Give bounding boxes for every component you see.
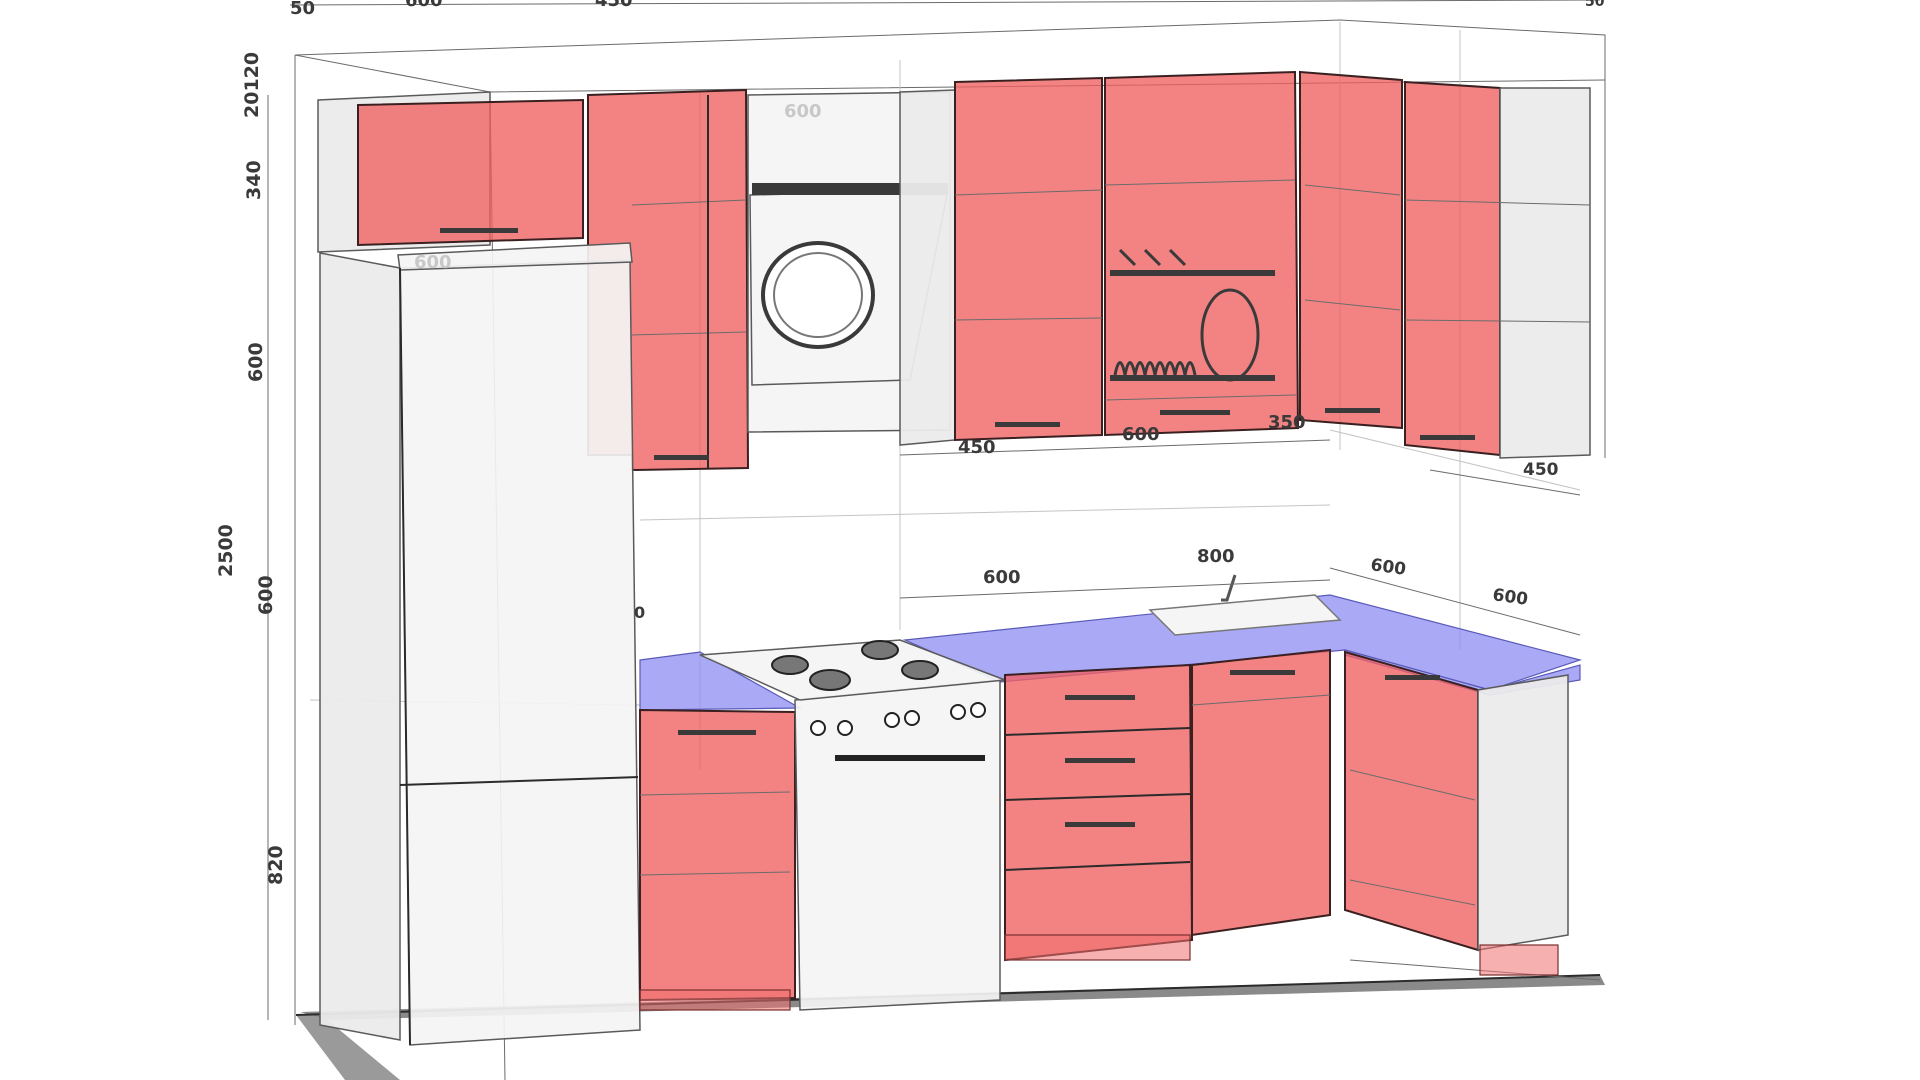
cabinet-handle (1230, 670, 1295, 675)
cabinet-handle (440, 228, 518, 233)
upper-cabinet-right (1404, 80, 1591, 459)
dim-top-0: 50 (290, 0, 315, 19)
dim-top-3: 50 (1585, 0, 1605, 10)
dim-upper-1: 600 (1122, 424, 1160, 445)
dim-partial-left: 0 (634, 603, 645, 622)
upper-cabinet-left (317, 91, 584, 253)
cabinet-handle (1385, 675, 1440, 680)
dim-counter-2: 600 (1369, 555, 1407, 580)
refrigerator (319, 242, 641, 1046)
drawer-handle (1065, 822, 1135, 827)
dim-upper-2: 350 (1268, 412, 1306, 433)
base-cabinet-drawers (1004, 663, 1194, 962)
oven-handle (835, 755, 985, 761)
dim-left-3: 2500 (215, 524, 237, 577)
cabinet-handle (654, 455, 709, 460)
cabinet-handle (995, 422, 1060, 427)
base-cabinet-sink (1191, 648, 1331, 937)
dim-upper-0: 450 (958, 437, 996, 458)
dim-left-5: 820 (265, 845, 287, 885)
dim-counter-0: 800 (1197, 546, 1235, 567)
upper-cabinet-dishrack (1104, 70, 1300, 437)
drawer-handle (1065, 695, 1135, 700)
upper-cabinet-corner (1299, 70, 1403, 430)
base-cabinet-corner (1344, 650, 1569, 976)
upper-cabinet-3 (899, 76, 1103, 446)
kitchen-drawing: 50 600 450 50 20120 340 600 2500 600 820… (215, 0, 1606, 1080)
drawer-handle (1065, 758, 1135, 763)
hood-fan-icon (761, 241, 875, 349)
dim-fridge-width: 600 (414, 252, 452, 273)
dim-left-4: 600 (255, 575, 277, 615)
dim-left-0: 20120 (241, 52, 263, 118)
dim-counter-1: 600 (983, 567, 1021, 588)
cabinet-handle (678, 730, 756, 735)
dim-counter-3: 600 (1491, 585, 1529, 610)
dim-top-2: 450 (595, 0, 633, 11)
dim-left-1: 340 (243, 160, 265, 200)
cabinet-handle (1325, 408, 1380, 413)
dim-upper-3: 450 (1523, 460, 1559, 480)
cabinet-handle (1160, 410, 1230, 415)
dim-left-2: 600 (245, 342, 267, 382)
cabinet-handle (1420, 435, 1475, 440)
base-cabinet-left (639, 708, 796, 1011)
dim-hood-width: 600 (784, 101, 822, 122)
dim-top-1: 600 (405, 0, 443, 11)
